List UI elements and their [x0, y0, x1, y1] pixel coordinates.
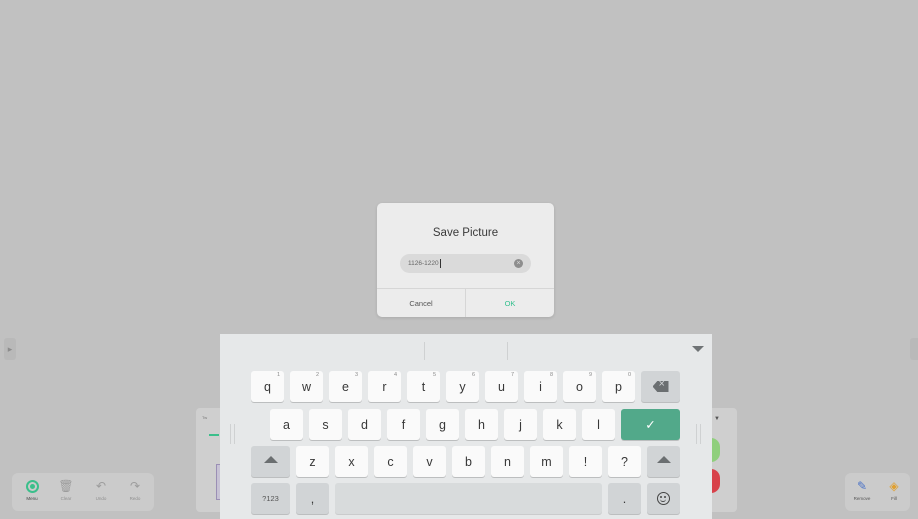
bottom-left-toolbar: Menu 🗑︎ Clear ↶ Undo ↷ Redo: [12, 473, 154, 511]
fill-bucket-icon: ◈: [889, 479, 899, 493]
period-key[interactable]: .: [608, 483, 641, 514]
trash-icon: 🗑︎: [58, 479, 74, 493]
backspace-key[interactable]: [641, 371, 680, 402]
key-h[interactable]: h: [465, 409, 498, 440]
key-z[interactable]: z: [296, 446, 329, 477]
key-d[interactable]: d: [348, 409, 381, 440]
shift-key-left[interactable]: [251, 446, 290, 477]
right-panel-handle[interactable]: [910, 338, 918, 360]
key-y[interactable]: y6: [446, 371, 479, 402]
remove-label: Remove: [853, 496, 871, 501]
filename-value: 1126-1220: [408, 260, 439, 267]
selected-indicator: [209, 434, 219, 436]
shift-icon: [263, 456, 278, 463]
clear-input-icon[interactable]: ×: [514, 259, 523, 268]
undo-label: Undo: [95, 496, 107, 501]
ok-button[interactable]: OK: [466, 289, 554, 317]
suggestion-divider: [507, 342, 508, 360]
collapse-keyboard-icon[interactable]: [692, 346, 704, 352]
key-k[interactable]: k: [543, 409, 576, 440]
symbols-key[interactable]: ?123: [251, 483, 290, 514]
eraser-icon: ✎: [856, 479, 868, 493]
key-q[interactable]: q1: [251, 371, 284, 402]
key-x[interactable]: x: [335, 446, 368, 477]
color-swatch-green[interactable]: [711, 438, 720, 462]
key-j[interactable]: j: [504, 409, 537, 440]
key-f[interactable]: f: [387, 409, 420, 440]
fill-button[interactable]: ◈ Fill: [883, 477, 905, 501]
key-s[interactable]: s: [309, 409, 342, 440]
key-b[interactable]: b: [452, 446, 485, 477]
key-r[interactable]: r4: [368, 371, 401, 402]
emoji-key[interactable]: [647, 483, 680, 514]
enter-key[interactable]: ✓: [621, 409, 680, 440]
menu-button[interactable]: Menu: [19, 477, 45, 501]
keyboard-grip-left[interactable]: [230, 424, 235, 444]
clear-label: Clear: [60, 496, 72, 501]
filename-input[interactable]: 1126-1220 ×: [400, 254, 531, 273]
bottom-right-toolbar: ✎ Remove ◈ Fill: [845, 473, 910, 511]
chevron-right-icon: ▸: [7, 343, 13, 354]
remove-button[interactable]: ✎ Remove: [849, 477, 875, 501]
fill-label: Fill: [891, 496, 897, 501]
redo-label: Redo: [129, 496, 141, 501]
text-caret: [439, 259, 441, 268]
key-l[interactable]: l: [582, 409, 615, 440]
key-o[interactable]: o9: [563, 371, 596, 402]
panel-tab-icon: Tw: [202, 415, 208, 420]
key-g[interactable]: g: [426, 409, 459, 440]
menu-label: Menu: [26, 496, 38, 501]
suggestion-divider: [424, 342, 425, 360]
key-c[interactable]: c: [374, 446, 407, 477]
cancel-button[interactable]: Cancel: [377, 289, 465, 317]
left-panel-handle[interactable]: ▸: [4, 338, 16, 360]
menu-icon: [19, 477, 45, 495]
keyboard-grip-right[interactable]: [696, 424, 701, 444]
key-i[interactable]: i8: [524, 371, 557, 402]
checkmark-icon: ✓: [645, 418, 656, 432]
key-m[interactable]: m: [530, 446, 563, 477]
undo-button[interactable]: ↶ Undo: [88, 477, 114, 501]
key-question[interactable]: ?: [608, 446, 641, 477]
emoji-icon: [657, 492, 670, 505]
space-key[interactable]: [335, 483, 602, 514]
redo-icon: ↷: [129, 479, 141, 493]
key-t[interactable]: t5: [407, 371, 440, 402]
key-e[interactable]: e3: [329, 371, 362, 402]
backspace-icon: [652, 381, 669, 392]
key-n[interactable]: n: [491, 446, 524, 477]
shift-key-right[interactable]: [647, 446, 680, 477]
color-swatch-red[interactable]: [711, 469, 720, 493]
key-p[interactable]: p0: [602, 371, 635, 402]
key-exclamation[interactable]: !: [569, 446, 602, 477]
key-a[interactable]: a: [270, 409, 303, 440]
whiteboard-canvas[interactable]: ▸ Tw ▼ Menu 🗑︎ Clear ↶ Undo ↷ Redo ✎ Rem…: [0, 0, 918, 519]
key-v[interactable]: v: [413, 446, 446, 477]
undo-icon: ↶: [95, 479, 107, 493]
clear-button[interactable]: 🗑︎ Clear: [53, 477, 79, 501]
key-w[interactable]: w2: [290, 371, 323, 402]
chevron-down-icon[interactable]: ▼: [714, 416, 720, 422]
shift-icon: [656, 456, 671, 463]
comma-key[interactable]: ,: [296, 483, 329, 514]
on-screen-keyboard: q1 w2 e3 r4 t5 y6 u7 i8 o9 p0 a s d f g …: [220, 334, 712, 519]
color-panel: ▼: [711, 408, 737, 512]
redo-button[interactable]: ↷ Redo: [122, 477, 148, 501]
key-u[interactable]: u7: [485, 371, 518, 402]
dialog-title: Save Picture: [432, 227, 499, 239]
save-picture-dialog: Save Picture 1126-1220 × Cancel OK: [377, 203, 554, 317]
